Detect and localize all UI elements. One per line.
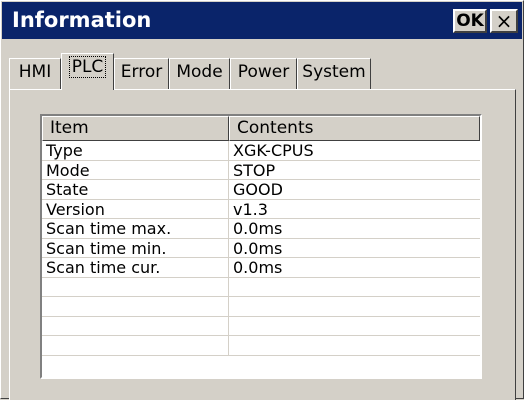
tab-panel-plc: Item Contents Type XGK-CPUS Mode STOP St… (9, 89, 516, 400)
tab-label: Power (237, 62, 290, 82)
table-row[interactable]: Mode STOP (42, 160, 480, 180)
tab-system[interactable]: System (297, 58, 371, 89)
item-cell: Scan time max. (42, 219, 229, 238)
contents-cell: STOP (233, 160, 276, 179)
item-cell: Version (42, 199, 229, 218)
tab-label: Error (120, 62, 163, 82)
table-row[interactable] (42, 297, 480, 317)
tab-mode[interactable]: Mode (169, 58, 230, 89)
table-row[interactable] (42, 336, 480, 356)
contents-cell: v1.3 (233, 199, 268, 218)
information-window: Information OK × HMI PLC Error Mode Powe… (0, 0, 524, 400)
ok-button[interactable]: OK (453, 9, 487, 33)
item-cell: Mode (42, 160, 229, 179)
table-row[interactable]: State GOOD (42, 180, 480, 200)
table-row[interactable] (42, 277, 480, 297)
column-header-item[interactable]: Item (42, 116, 229, 141)
contents-cell: 0.0ms (233, 258, 283, 277)
tab-plc[interactable]: PLC (61, 53, 114, 90)
tab-strip: HMI PLC Error Mode Power System (9, 45, 519, 90)
tab-hmi[interactable]: HMI (9, 58, 61, 89)
contents-cell (229, 336, 480, 355)
table-row[interactable]: Scan time cur. 0.0ms (42, 258, 480, 278)
tab-label: PLC (68, 56, 107, 78)
tab-label: HMI (18, 62, 52, 82)
tab-power[interactable]: Power (230, 58, 297, 89)
item-cell (42, 336, 229, 355)
list-body: Type XGK-CPUS Mode STOP State GOOD Versi… (42, 141, 480, 356)
column-header-contents[interactable]: Contents (229, 116, 480, 141)
item-cell: Scan time cur. (42, 258, 229, 277)
info-list-view[interactable]: Item Contents Type XGK-CPUS Mode STOP St… (40, 114, 482, 379)
item-cell: State (42, 180, 229, 199)
item-cell (42, 277, 229, 296)
item-cell (42, 316, 229, 335)
close-icon[interactable]: × (490, 9, 518, 33)
table-row[interactable] (42, 316, 480, 336)
contents-cell: XGK-CPUS (233, 141, 314, 160)
list-header: Item Contents (42, 116, 480, 141)
window-title: Information (12, 8, 152, 32)
item-cell: Type (42, 141, 229, 160)
table-row[interactable]: Version v1.3 (42, 199, 480, 219)
contents-cell: 0.0ms (233, 238, 283, 257)
table-row[interactable]: Type XGK-CPUS (42, 141, 480, 161)
contents-cell (229, 317, 480, 336)
tab-error[interactable]: Error (114, 58, 169, 89)
contents-cell (229, 297, 480, 316)
table-row[interactable]: Scan time min. 0.0ms (42, 238, 480, 258)
title-bar: Information OK × (2, 2, 522, 39)
table-row[interactable]: Scan time max. 0.0ms (42, 219, 480, 239)
contents-cell (229, 278, 480, 297)
tab-label: Mode (176, 62, 223, 82)
item-cell: Scan time min. (42, 238, 229, 257)
contents-cell: 0.0ms (233, 219, 283, 238)
tab-label: System (302, 62, 366, 82)
item-cell (42, 297, 229, 316)
contents-cell: GOOD (233, 180, 283, 199)
